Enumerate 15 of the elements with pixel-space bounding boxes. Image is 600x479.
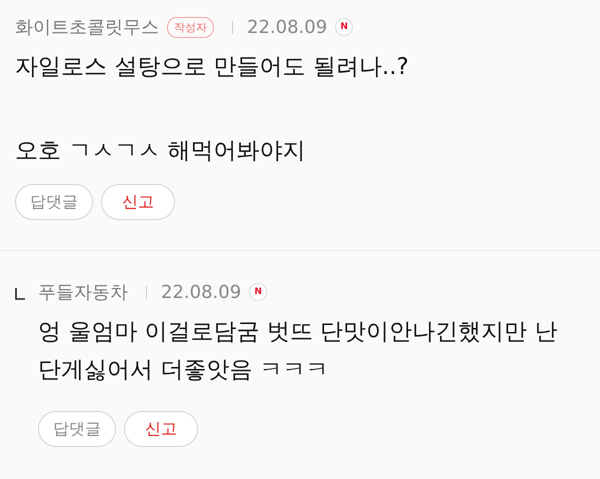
comment-date: 22.08.09 <box>161 282 242 302</box>
comment-text: 오호 ㄱㅅㄱㅅ 해먹어봐야지 <box>15 137 307 166</box>
author-name[interactable]: 푸들자동차 <box>38 280 128 304</box>
report-button[interactable]: 신고 <box>124 411 198 447</box>
comment-text: 자일로스 설탕으로 만들어도 될려나..? <box>15 53 410 82</box>
new-badge: N <box>249 283 268 301</box>
reply-indent-icon <box>15 288 25 300</box>
new-badge: N <box>335 18 354 36</box>
reply-button[interactable]: 답댓글 <box>15 184 93 220</box>
author-badge: 작성자 <box>167 16 214 38</box>
comment-date: 22.08.09 <box>247 16 328 38</box>
comment-text: 엉 울엄마 이걸로담굼 벗뜨 단맛이안나긴했지만 난 단게싫어서 더좋앗음 ㅋㅋㅋ <box>38 318 559 385</box>
reply-button[interactable]: 답댓글 <box>38 411 116 447</box>
report-button[interactable]: 신고 <box>101 184 175 220</box>
author-name[interactable]: 화이트초콜릿무스 <box>15 15 159 39</box>
